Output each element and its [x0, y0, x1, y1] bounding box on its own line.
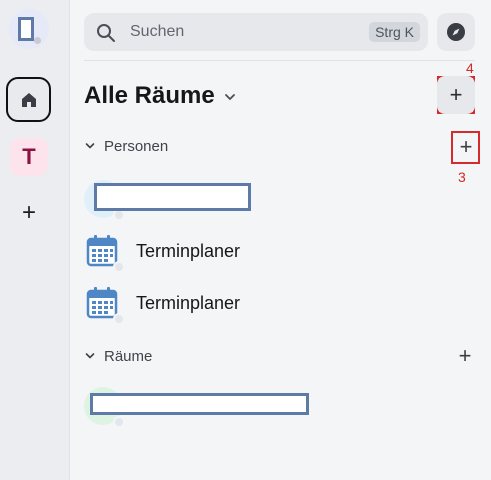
annotation-number-3: 3 — [458, 169, 466, 185]
avatar — [84, 284, 125, 325]
presence-dot — [113, 313, 125, 325]
redacted-avatar — [18, 17, 34, 41]
room-name: Terminplaner — [136, 292, 241, 313]
presence-dot — [113, 416, 125, 428]
explore-rooms-button[interactable] — [437, 13, 475, 51]
add-person-button[interactable]: + — [452, 133, 480, 161]
header-divider — [84, 60, 475, 61]
home-icon — [21, 92, 36, 107]
chevron-down-icon — [85, 353, 95, 359]
page-title: Alle Räume — [84, 82, 215, 109]
compass-icon — [447, 23, 465, 41]
user-avatar[interactable] — [9, 9, 49, 49]
annotation-number-4: 4 — [466, 60, 474, 76]
section-header-people[interactable]: Personen — [84, 135, 168, 157]
create-space-button[interactable]: + — [16, 199, 42, 226]
chevron-down-icon — [224, 94, 235, 100]
space-rail: T + — [0, 0, 70, 480]
add-room-section-button[interactable]: + — [451, 342, 479, 370]
section-label-rooms: Räume — [104, 347, 153, 365]
space-avatar-t[interactable]: T — [10, 138, 48, 176]
presence-dot — [113, 261, 125, 273]
chevron-down-icon — [85, 143, 95, 149]
room-list-header[interactable]: Alle Räume — [84, 82, 237, 110]
section-header-rooms[interactable]: Räume — [84, 345, 152, 367]
search-placeholder: Suchen — [130, 23, 185, 40]
search-icon — [97, 24, 115, 42]
search-bar[interactable]: Suchen Strg K — [84, 13, 428, 51]
presence-dot — [34, 37, 41, 44]
search-shortcut: Strg K — [369, 22, 420, 42]
home-button[interactable] — [6, 77, 51, 122]
dm-row-terminplaner-2[interactable]: Terminplaner — [84, 281, 240, 325]
section-label-people: Personen — [104, 137, 169, 155]
dm-row-terminplaner-1[interactable]: Terminplaner — [84, 229, 240, 273]
redacted-name — [94, 183, 251, 211]
room-name: Terminplaner — [136, 240, 241, 261]
add-room-button[interactable]: + — [437, 76, 475, 114]
avatar — [84, 232, 125, 273]
redacted-name — [90, 393, 309, 415]
